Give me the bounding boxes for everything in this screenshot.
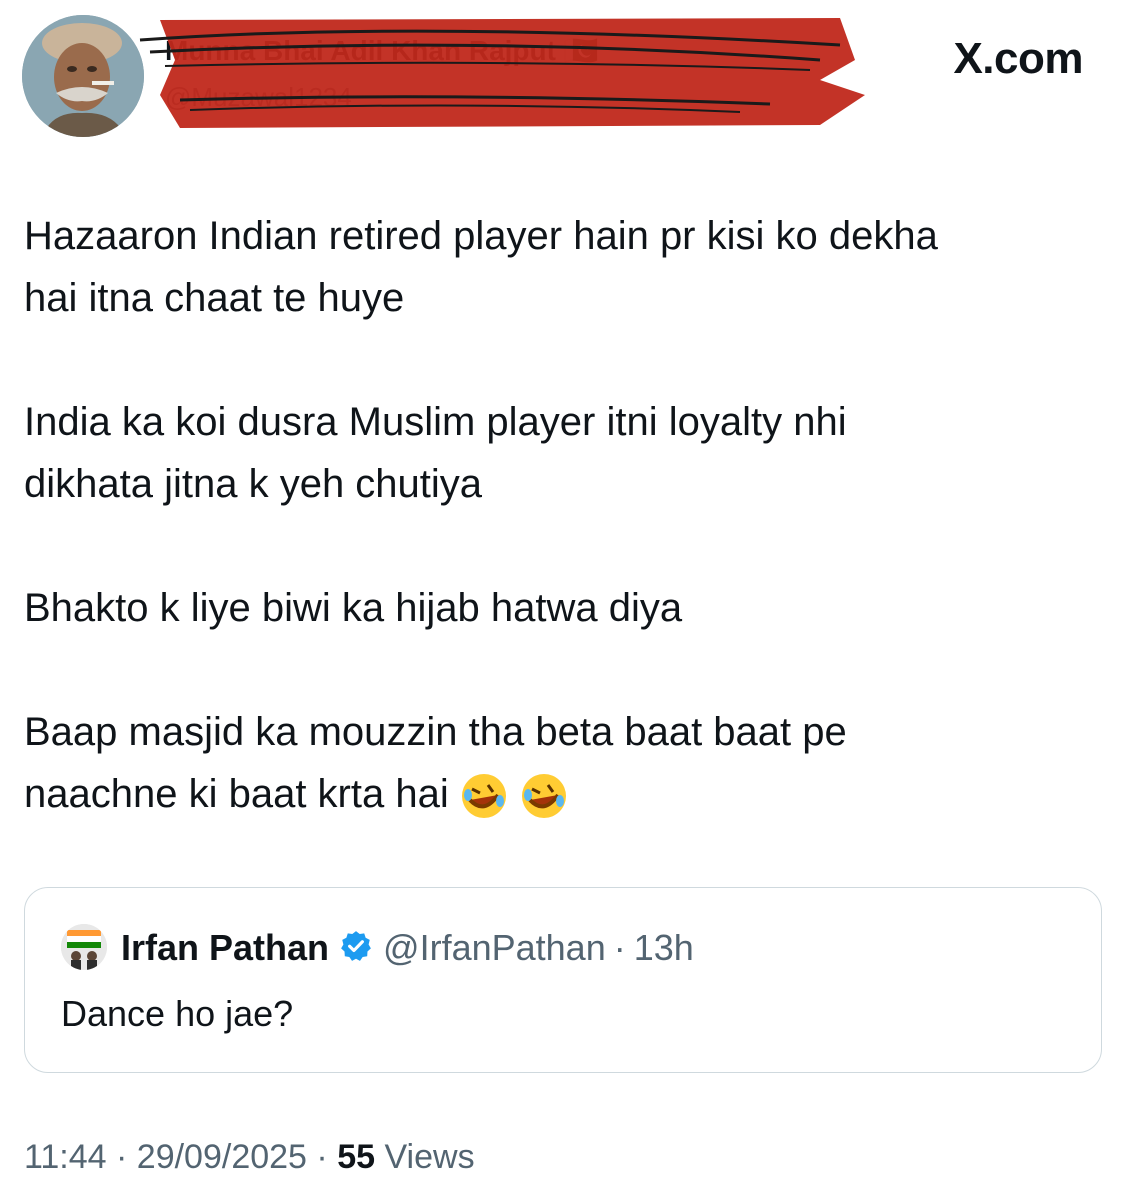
tweet-paragraph: Bhakto k liye biwi ka hijab hatwa diya bbox=[24, 586, 683, 630]
tweet-text: Hazaaron Indian retired player hain pr k… bbox=[24, 205, 1104, 825]
tweet-paragraph-last: Baap masjid ka mouzzin tha beta baat baa… bbox=[24, 701, 1104, 825]
tweet-header: Munna Bhai Adil Khan Rajput 🇵🇰 @Muzawal1… bbox=[0, 0, 1127, 150]
verified-badge-icon bbox=[339, 929, 373, 968]
tweet-time[interactable]: 11:44 bbox=[24, 1138, 107, 1176]
tweet-meta: 11:44 · 29/09/2025 · 55 Views bbox=[24, 1138, 475, 1177]
separator-dot: · bbox=[316, 1138, 328, 1176]
separator-dot: · bbox=[613, 927, 626, 968]
author-name[interactable]: Munna Bhai Adil Khan Rajput 🇵🇰 bbox=[165, 34, 599, 67]
author-handle[interactable]: @Muzawal1234 bbox=[165, 82, 352, 113]
redaction-scribble bbox=[139, 18, 865, 128]
quoted-author-name[interactable]: Irfan Pathan bbox=[121, 927, 329, 969]
tweet-date[interactable]: 29/09/2025 bbox=[137, 1138, 307, 1176]
views-count[interactable]: 55 bbox=[337, 1138, 375, 1176]
rolling-on-floor-laughing-icon bbox=[459, 771, 509, 821]
tweet-paragraph: Hazaaron Indian retired player hain pr k… bbox=[24, 214, 938, 320]
tweet-paragraph: India ka koi dusra Muslim player itni lo… bbox=[24, 400, 847, 506]
quoted-tweet-text: Dance ho jae? bbox=[61, 993, 294, 1034]
quoted-author-avatar[interactable] bbox=[61, 924, 107, 970]
quoted-author-handle[interactable]: @IrfanPathan bbox=[383, 927, 606, 969]
separator-dot: · bbox=[116, 1138, 128, 1176]
quoted-tweet[interactable]: Irfan Pathan @IrfanPathan · 13h Dance ho… bbox=[24, 887, 1102, 1073]
author-avatar[interactable] bbox=[22, 15, 144, 137]
rolling-on-floor-laughing-icon bbox=[519, 771, 569, 821]
site-label: X.com bbox=[953, 34, 1083, 83]
views-label: Views bbox=[384, 1138, 475, 1176]
tweet-paragraph: Baap masjid ka mouzzin tha beta baat baa… bbox=[24, 710, 847, 816]
quoted-tweet-time[interactable]: 13h bbox=[634, 927, 694, 969]
quoted-tweet-header: Irfan Pathan @IrfanPathan · 13h bbox=[121, 926, 694, 970]
